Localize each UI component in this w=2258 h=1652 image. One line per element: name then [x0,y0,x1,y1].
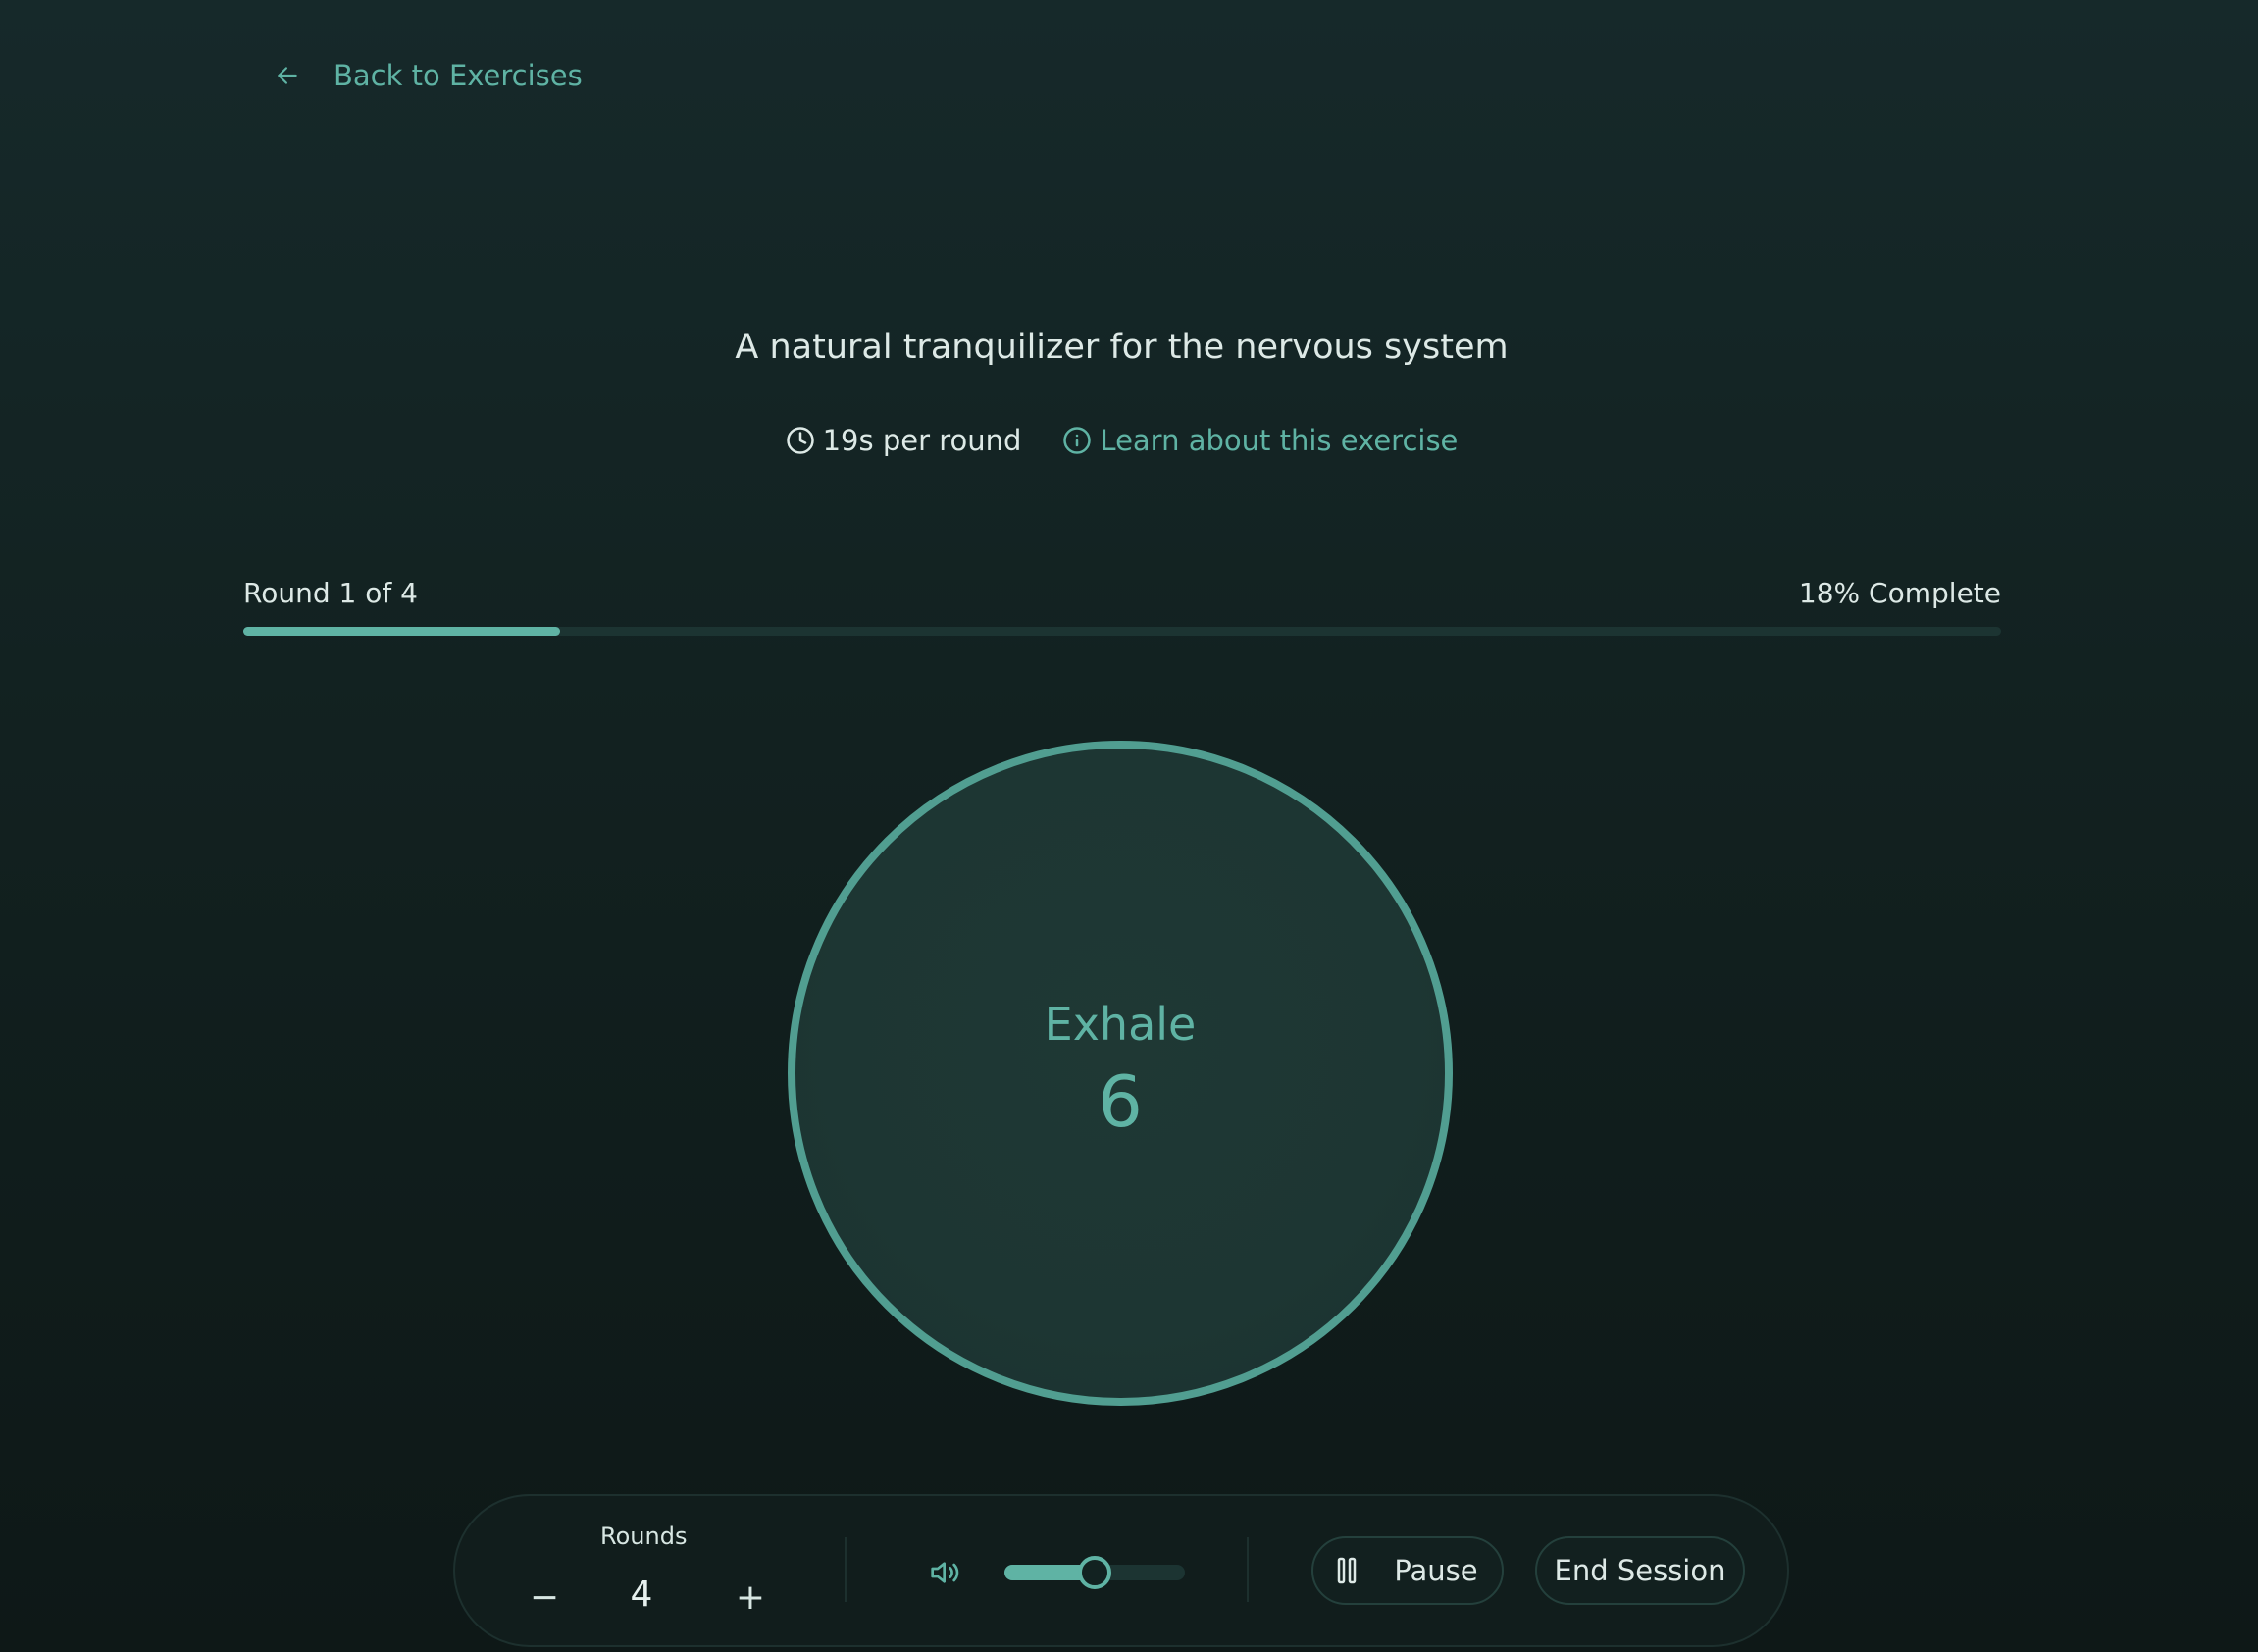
pause-button-label: Pause [1394,1554,1478,1587]
learn-link-label: Learn about this exercise [1100,424,1459,457]
breathing-circle: Exhale 6 [788,741,1453,1406]
session-progress-bar [243,627,2001,636]
pause-icon [1337,1557,1359,1584]
back-to-exercises-link[interactable]: Back to Exercises [275,59,583,92]
control-divider [845,1537,847,1602]
completion-percent: 18% Complete [1798,577,2001,609]
volume-icon[interactable] [930,1557,961,1592]
exercise-meta: 19s per round Learn about this exercise [0,424,2243,457]
back-link-label: Back to Exercises [334,59,583,92]
round-duration: 19s per round [786,424,1022,457]
clock-icon [786,426,815,455]
decrease-rounds-button[interactable]: − [520,1573,569,1622]
control-divider [1247,1537,1249,1602]
increase-rounds-button[interactable]: + [726,1573,775,1622]
pause-button[interactable]: Pause [1311,1536,1504,1605]
breath-phase-label: Exhale [1044,998,1197,1051]
breath-countdown: 6 [1098,1060,1143,1143]
volume-slider-thumb[interactable] [1078,1556,1111,1589]
end-session-button[interactable]: End Session [1535,1536,1745,1605]
round-indicator: Round 1 of 4 [243,577,418,609]
rounds-value: 4 [630,1575,653,1615]
learn-about-exercise-link[interactable]: Learn about this exercise [1062,424,1458,457]
exercise-subtitle: A natural tranquilizer for the nervous s… [735,328,1509,367]
round-duration-text: 19s per round [822,424,1022,457]
session-control-bar: Rounds − 4 + Pause End Session [453,1494,1789,1647]
session-progress-fill [243,627,560,636]
volume-slider[interactable] [1004,1556,1185,1589]
info-icon [1062,426,1092,455]
arrow-left-icon [275,63,300,88]
rounds-label: Rounds [600,1523,688,1550]
